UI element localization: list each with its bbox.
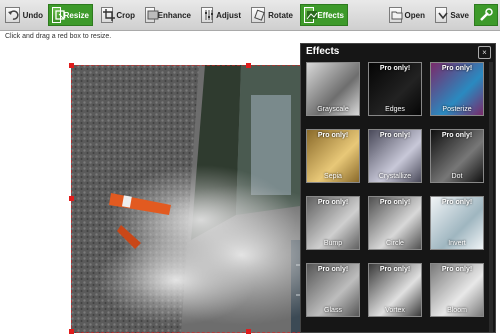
save-button[interactable]: Save <box>432 4 472 26</box>
pro-only-badge: Pro only! <box>317 132 349 139</box>
wrench-icon <box>478 7 494 23</box>
effect-label: Grayscale <box>317 106 349 113</box>
effect-label: Edges <box>385 106 405 113</box>
effect-label: Sepia <box>324 173 342 180</box>
resize-handle-bottom[interactable] <box>246 329 251 334</box>
effect-tile-crystallize[interactable]: Pro only! Crystallize <box>368 129 422 183</box>
effect-label: Invert <box>448 240 466 247</box>
pro-only-badge: Pro only! <box>317 199 349 206</box>
effects-label: Effects <box>317 10 344 20</box>
effect-label: Vortex <box>385 307 405 314</box>
open-button[interactable]: Open <box>386 4 428 26</box>
rotate-button[interactable]: Rotate <box>248 4 296 26</box>
pro-only-badge: Pro only! <box>317 266 349 273</box>
undo-label: Undo <box>22 10 43 20</box>
effect-label: Posterize <box>442 106 472 113</box>
effect-tile-sepia[interactable]: Pro only! Sepia <box>306 129 360 183</box>
adjust-label: Adjust <box>216 10 241 20</box>
effects-panel: Effects × Grayscale Pro only! Edges Pro onl… <box>300 43 496 333</box>
enhance-icon <box>145 7 159 23</box>
pro-only-badge: Pro only! <box>379 266 411 273</box>
pro-only-badge: Pro only! <box>441 132 473 139</box>
enhance-button[interactable]: Enhance <box>142 4 194 26</box>
effect-label: Circle <box>386 240 404 247</box>
effect-label: Glass <box>324 307 342 314</box>
effect-label: Bump <box>323 240 343 247</box>
resize-button[interactable]: Resize <box>48 4 93 26</box>
pro-only-badge: Pro only! <box>441 65 473 72</box>
resize-icon <box>52 7 65 23</box>
resize-handle-bottom-left[interactable] <box>69 329 74 334</box>
status-hint: Click and drag a red box to resize. <box>5 33 112 40</box>
effect-tile-circle[interactable]: Pro only! Circle <box>368 196 422 250</box>
undo-button[interactable]: Undo <box>2 4 46 26</box>
effect-tile-posterize[interactable]: Pro only! Posterize <box>430 62 484 116</box>
effect-label: Dot <box>451 173 463 180</box>
pro-only-badge: Pro only! <box>379 199 411 206</box>
crop-icon <box>101 7 115 23</box>
panel-scrollbar[interactable] <box>489 62 493 332</box>
tools-button[interactable] <box>474 4 498 26</box>
folder-icon <box>389 7 403 23</box>
enhance-label: Enhance <box>157 10 191 20</box>
close-icon[interactable]: × <box>478 46 491 59</box>
open-label: Open <box>404 10 425 20</box>
effects-button[interactable]: Effects <box>300 4 348 26</box>
pro-only-badge: Pro only! <box>379 132 411 139</box>
effect-label: Crystallize <box>378 173 412 180</box>
rotate-icon <box>251 7 266 23</box>
save-icon <box>435 7 448 23</box>
effect-tile-bloom[interactable]: Pro only! Bloom <box>430 263 484 317</box>
save-label: Save <box>450 10 469 20</box>
pro-only-badge: Pro only! <box>441 199 473 206</box>
resize-handle-top[interactable] <box>246 63 251 68</box>
effects-panel-title: Effects <box>306 46 340 57</box>
effect-tile-invert[interactable]: Pro only! Invert <box>430 196 484 250</box>
effect-tile-edges[interactable]: Pro only! Edges <box>368 62 422 116</box>
crop-label: Crop <box>116 10 135 20</box>
resize-handle-left[interactable] <box>69 196 74 201</box>
effect-tile-vortex[interactable]: Pro only! Vortex <box>368 263 422 317</box>
effect-tile-bump[interactable]: Pro only! Bump <box>306 196 360 250</box>
toolbar: Undo Resize Crop Enhance Adjust Rotate E… <box>0 0 500 31</box>
resize-label: Resize <box>63 10 89 20</box>
effect-tile-dot[interactable]: Pro only! Dot <box>430 129 484 183</box>
undo-icon <box>5 7 20 23</box>
adjust-icon <box>201 7 214 23</box>
effect-tile-grayscale[interactable]: Grayscale <box>306 62 360 116</box>
effect-tile-glass[interactable]: Pro only! Glass <box>306 263 360 317</box>
adjust-button[interactable]: Adjust <box>198 4 244 26</box>
effects-icon <box>304 7 318 23</box>
rotate-label: Rotate <box>268 10 293 20</box>
effect-label: Bloom <box>447 307 467 314</box>
pro-only-badge: Pro only! <box>379 65 411 72</box>
crop-button[interactable]: Crop <box>98 4 138 26</box>
pro-only-badge: Pro only! <box>441 266 473 273</box>
resize-handle-top-left[interactable] <box>69 63 74 68</box>
